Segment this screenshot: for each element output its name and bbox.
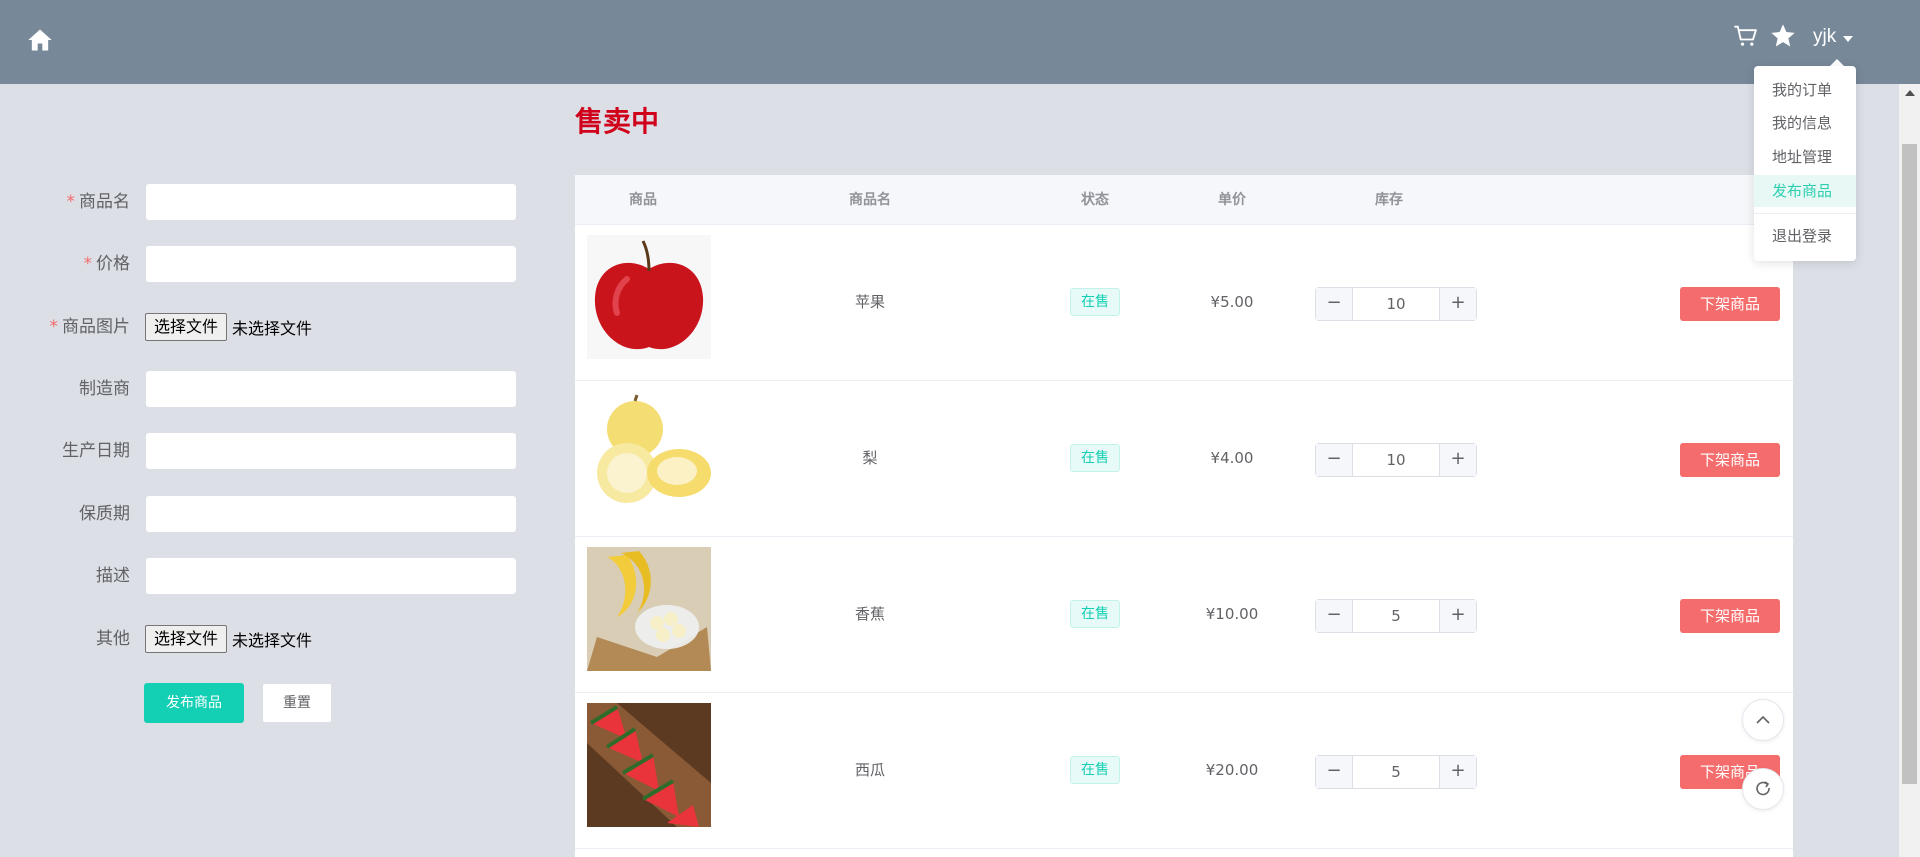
- menu-item-logout[interactable]: 退出登录: [1754, 220, 1856, 252]
- product-name: 香蕉: [854, 605, 886, 623]
- production-date-input[interactable]: [145, 432, 517, 470]
- column-header-price: 单价: [1218, 192, 1246, 208]
- column-header-stock: 库存: [1375, 192, 1403, 208]
- increase-stock-button[interactable]: +: [1439, 756, 1476, 788]
- unit-price: ¥5.00: [1210, 293, 1254, 311]
- scrollbar-thumb[interactable]: [1902, 144, 1917, 784]
- increase-stock-button[interactable]: +: [1439, 600, 1476, 632]
- status-badge: 在售: [1070, 288, 1120, 316]
- decrease-stock-button[interactable]: −: [1316, 600, 1353, 632]
- column-header-name: 商品名: [849, 192, 891, 208]
- choose-file-button[interactable]: 选择文件: [145, 625, 228, 653]
- delist-product-button[interactable]: 下架商品: [1680, 287, 1780, 321]
- product-image: [587, 547, 711, 671]
- reset-button[interactable]: 重置: [262, 683, 332, 723]
- product-name-label: * 商品名: [66, 192, 131, 212]
- price-label: * 价格: [83, 254, 131, 274]
- stock-input[interactable]: 10: [1352, 288, 1440, 320]
- top-nav-bar: yjk: [0, 0, 1920, 84]
- publish-product-button[interactable]: 发布商品: [144, 683, 244, 723]
- product-name: 西瓜: [854, 761, 886, 779]
- product-image-file-input[interactable]: 选择文件 未选择文件: [145, 312, 312, 342]
- unit-price: ¥20.00: [1205, 761, 1259, 779]
- stock-stepper: − 10 +: [1315, 443, 1477, 477]
- unit-price: ¥4.00: [1210, 449, 1254, 467]
- page-title: 售卖中: [575, 105, 660, 138]
- menu-divider: [1754, 213, 1856, 214]
- stock-stepper: − 5 +: [1315, 599, 1477, 633]
- delist-product-button[interactable]: 下架商品: [1680, 599, 1780, 633]
- production-date-label: 生产日期: [62, 441, 130, 461]
- stock-input[interactable]: 5: [1352, 600, 1440, 632]
- manufacturer-label: 制造商: [79, 379, 130, 399]
- product-name-input[interactable]: [145, 183, 517, 221]
- menu-item-my-info[interactable]: 我的信息: [1754, 107, 1856, 139]
- increase-stock-button[interactable]: +: [1439, 288, 1476, 320]
- decrease-stock-button[interactable]: −: [1316, 288, 1353, 320]
- other-file-input[interactable]: 选择文件 未选择文件: [145, 624, 312, 654]
- table-row: 西瓜 在售 ¥20.00 − 5 + 下架商品: [575, 693, 1793, 849]
- description-label: 描述: [96, 566, 130, 586]
- status-badge: 在售: [1070, 756, 1120, 784]
- home-icon[interactable]: [26, 26, 54, 54]
- dropdown-arrow: [1830, 59, 1844, 66]
- column-header-status: 状态: [1081, 192, 1109, 208]
- caret-down-icon[interactable]: [1843, 36, 1853, 42]
- decrease-stock-button[interactable]: −: [1316, 444, 1353, 476]
- scroll-up-arrow[interactable]: [1905, 90, 1915, 96]
- status-badge: 在售: [1070, 600, 1120, 628]
- stock-stepper: − 5 +: [1315, 755, 1477, 789]
- refresh-button[interactable]: [1742, 768, 1784, 810]
- file-status: 未选择文件: [232, 319, 313, 338]
- stock-input[interactable]: 5: [1352, 756, 1440, 788]
- product-image: [587, 703, 711, 827]
- description-input[interactable]: [145, 557, 517, 595]
- delist-product-button[interactable]: 下架商品: [1680, 443, 1780, 477]
- menu-item-my-orders[interactable]: 我的订单: [1754, 74, 1856, 106]
- choose-file-button[interactable]: 选择文件: [145, 313, 228, 341]
- stock-input[interactable]: 10: [1352, 444, 1440, 476]
- chevron-up-icon: [1756, 715, 1770, 724]
- back-to-top-button[interactable]: [1742, 699, 1784, 741]
- other-label: 其他: [96, 629, 130, 649]
- table-row: 苹果 在售 ¥5.00 − 10 + 下架商品: [575, 225, 1793, 381]
- user-menu-trigger[interactable]: yjk: [1813, 26, 1836, 48]
- table-header: 商品 商品名 状态 单价 库存: [575, 175, 1793, 225]
- column-header-product: 商品: [629, 192, 657, 208]
- manufacturer-input[interactable]: [145, 370, 517, 408]
- decrease-stock-button[interactable]: −: [1316, 756, 1353, 788]
- file-status: 未选择文件: [232, 631, 313, 650]
- products-table: 商品 商品名 状态 单价 库存 苹果 在售 ¥5.00 − 10 + 下架商品: [575, 175, 1793, 857]
- menu-item-publish-product[interactable]: 发布商品: [1754, 175, 1856, 207]
- increase-stock-button[interactable]: +: [1439, 444, 1476, 476]
- price-input[interactable]: [145, 245, 517, 283]
- shelf-life-input[interactable]: [145, 495, 517, 533]
- table-row: 梨 在售 ¥4.00 − 10 + 下架商品: [575, 381, 1793, 537]
- user-dropdown-menu: 我的订单 我的信息 地址管理 发布商品 退出登录: [1754, 66, 1856, 261]
- product-image: [587, 235, 711, 359]
- stock-stepper: − 10 +: [1315, 287, 1477, 321]
- status-badge: 在售: [1070, 444, 1120, 472]
- star-icon[interactable]: [1769, 22, 1797, 50]
- menu-item-address[interactable]: 地址管理: [1754, 141, 1856, 173]
- product-image-label: * 商品图片: [49, 317, 131, 337]
- refresh-icon: [1756, 781, 1770, 796]
- shelf-life-label: 保质期: [79, 504, 130, 524]
- cart-icon[interactable]: [1732, 22, 1760, 50]
- product-image: [587, 391, 711, 515]
- unit-price: ¥10.00: [1205, 605, 1259, 623]
- product-name: 苹果: [854, 293, 886, 311]
- table-row: 香蕉 在售 ¥10.00 − 5 + 下架商品: [575, 537, 1793, 693]
- product-name: 梨: [862, 449, 878, 467]
